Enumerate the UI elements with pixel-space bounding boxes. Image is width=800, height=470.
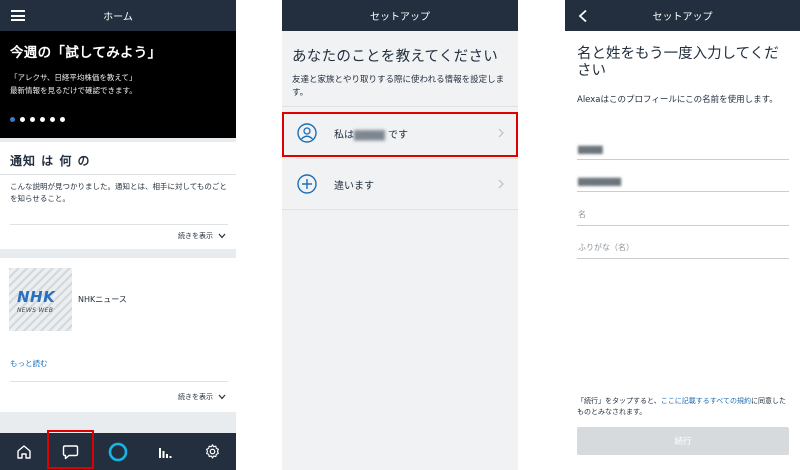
first-name-placeholder: 名 xyxy=(578,210,586,219)
home-icon xyxy=(16,444,31,459)
chevron-down-icon xyxy=(218,394,226,400)
show-more-button[interactable]: 続きを表示 xyxy=(178,392,226,402)
news-card: NHK NEWS WEB NHKニュース もっと読む 続きを表示 xyxy=(0,258,236,412)
terms-link[interactable]: ここに記載するすべての規約 xyxy=(661,397,751,405)
not-me-option[interactable]: 違います xyxy=(282,159,518,209)
nhk-logo-sub: NEWS WEB xyxy=(17,307,54,314)
chevron-down-icon xyxy=(218,233,226,239)
last-name-kana-value: ▇▇▇▇▇▇▇ xyxy=(578,177,622,186)
highlight-box xyxy=(282,112,518,157)
last-name-value: ▇▇▇▇ xyxy=(578,145,603,154)
try-this-banner[interactable]: 今週の「試してみよう」 「アレクサ、日経平均株価を教えて」 最新情報を見るだけで… xyxy=(0,31,236,138)
home-tab[interactable] xyxy=(13,441,35,463)
page-description: 友達と家族とやり取りする際に使われる情報を設定します。 xyxy=(292,75,505,98)
carousel-dot[interactable] xyxy=(30,117,35,122)
first-name-kana-placeholder: ふりがな（名） xyxy=(578,243,634,252)
carousel-dot[interactable] xyxy=(60,117,65,122)
setup-title: セットアップ xyxy=(652,12,713,23)
banner-text: 「アレクサ、日経平均株価を教えて」 最新情報を見るだけで確認できます。 xyxy=(10,71,137,97)
alexa-icon xyxy=(108,442,128,461)
chevron-right-icon xyxy=(498,179,504,189)
show-more-label: 続きを表示 xyxy=(178,232,213,240)
divider xyxy=(282,209,518,210)
activity-icon xyxy=(159,447,172,458)
last-name-field[interactable]: ▇▇▇▇ xyxy=(577,138,789,160)
not-me-label: 違います xyxy=(334,180,374,192)
card-title: 通知 は 何 の xyxy=(10,154,91,168)
banner-title: 今週の「試してみよう」 xyxy=(10,45,162,61)
first-name-kana-field[interactable]: ふりがな（名） xyxy=(577,237,789,259)
highlight-box xyxy=(47,430,94,469)
show-more-button[interactable]: 続きを表示 xyxy=(178,231,226,241)
card-body: こんな説明が見つかりました。通知とは、相手に対してものごとを知らせること。 xyxy=(10,182,227,203)
news-source: NHKニュース xyxy=(78,295,127,304)
back-arrow-icon[interactable] xyxy=(577,9,589,23)
divider xyxy=(282,106,518,107)
continue-button[interactable]: 続行 xyxy=(577,427,789,455)
carousel-indicator[interactable] xyxy=(10,117,65,122)
nhk-logo: NHK xyxy=(17,288,56,306)
home-header: ホーム xyxy=(0,0,236,31)
page-heading: 名と姓をもう一度入力してください xyxy=(577,46,779,79)
menu-icon[interactable] xyxy=(11,10,25,21)
carousel-dot[interactable] xyxy=(20,117,25,122)
setup-title: セットアップ xyxy=(370,12,430,23)
settings-tab[interactable] xyxy=(201,441,223,463)
nhk-news-thumbnail[interactable]: NHK NEWS WEB xyxy=(9,268,72,331)
settings-icon xyxy=(205,444,219,459)
terms-text-before: 「続行」をタップすると、 xyxy=(577,397,661,405)
definition-card: 通知 は 何 の こんな説明が見つかりました。通知とは、相手に対してものごとを知… xyxy=(0,142,236,249)
alexa-tab[interactable] xyxy=(107,441,129,463)
terms-notice: 「続行」をタップすると、ここに記載するすべての規約に同意したものとみなされます。 xyxy=(577,396,792,418)
banner-line-1: 「アレクサ、日経平均株価を教えて」 xyxy=(10,73,137,82)
page-heading: あなたのことを教えてください xyxy=(292,49,499,65)
setup-header: セットアップ xyxy=(282,0,518,31)
divider xyxy=(0,174,236,175)
divider xyxy=(10,224,228,225)
setup-header: セットアップ xyxy=(565,0,800,31)
show-more-label: 続きを表示 xyxy=(178,393,213,401)
read-more-link[interactable]: もっと読む xyxy=(10,358,48,369)
setup-name-screen: セットアップ 名と姓をもう一度入力してください Alexaはこのプロフィールにこ… xyxy=(565,0,800,470)
carousel-dot[interactable] xyxy=(50,117,55,122)
last-name-kana-field[interactable]: ▇▇▇▇▇▇▇ xyxy=(577,170,789,192)
banner-line-2: 最新情報を見るだけで確認できます。 xyxy=(10,86,137,95)
home-screen: ホーム 今週の「試してみよう」 「アレクサ、日経平均株価を教えて」 最新情報を見… xyxy=(0,0,236,470)
setup-identity-screen: セットアップ あなたのことを教えてください 友達と家族とやり取りする際に使われる… xyxy=(282,0,518,470)
divider xyxy=(10,381,228,382)
play-tab[interactable] xyxy=(154,441,176,463)
carousel-dot[interactable] xyxy=(10,117,15,122)
home-title: ホーム xyxy=(103,12,133,23)
carousel-dot[interactable] xyxy=(40,117,45,122)
page-description: Alexaはこのプロフィールにこの名前を使用します。 xyxy=(577,95,778,105)
first-name-field[interactable]: 名 xyxy=(577,204,789,226)
bottom-navigation xyxy=(0,433,236,470)
add-circle-icon xyxy=(297,174,317,194)
